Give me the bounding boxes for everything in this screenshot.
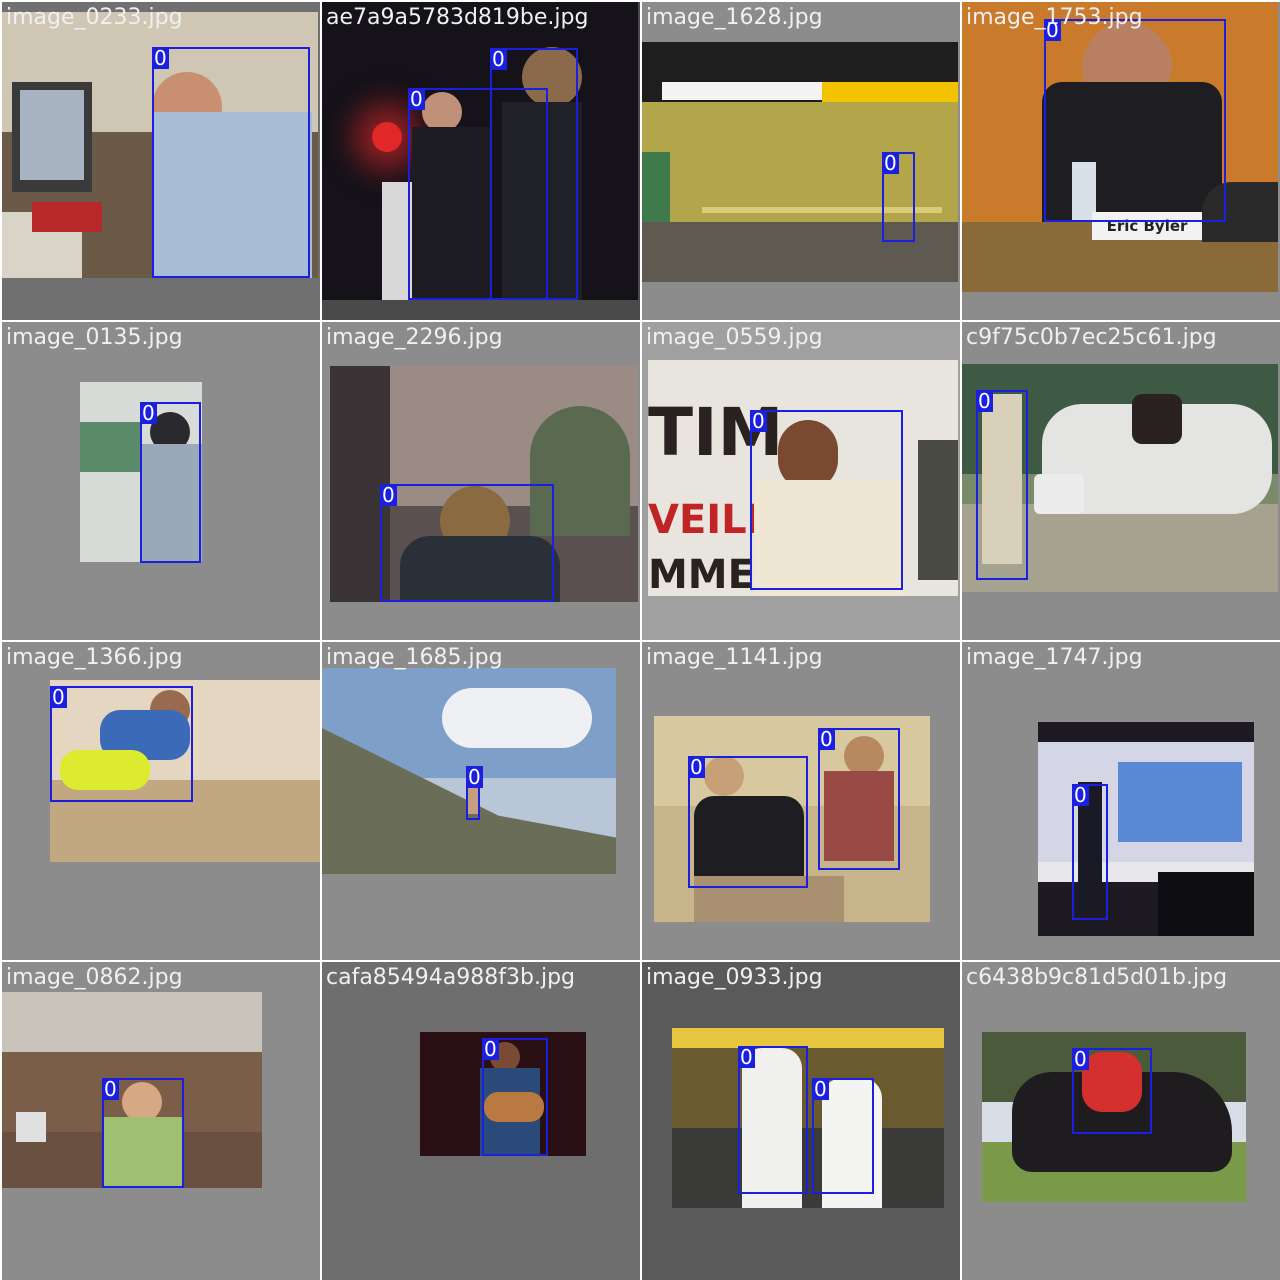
mosaic-tile: image_1747.jpg 0 [962,642,1280,960]
class-label: 0 [1072,783,1089,807]
mosaic-tile: image_1366.jpg 0 [2,642,320,960]
bounding-box: 0 [750,410,903,590]
mosaic-tile: ae7a9a5783d819be.jpg 0 0 [322,2,640,320]
class-label: 0 [152,46,169,70]
bounding-box: 0 [380,484,554,602]
filename-label: image_1753.jpg [966,5,1143,30]
filename-label: image_0233.jpg [6,5,183,30]
bounding-box: 0 [688,756,808,888]
bounding-box: 0 [1072,784,1108,920]
bounding-box: 0 [50,686,193,802]
class-label: 0 [466,765,483,789]
filename-label: image_1366.jpg [6,645,183,670]
bounding-box: 0 [976,390,1028,580]
mosaic-tile: image_0862.jpg 0 [2,962,320,1280]
filename-label: cafa85494a988f3b.jpg [326,965,576,990]
bounding-box: 0 [738,1046,808,1194]
filename-label: image_1747.jpg [966,645,1143,670]
class-label: 0 [408,87,425,111]
class-label: 0 [976,389,993,413]
class-label: 0 [818,727,835,751]
filename-label: image_0135.jpg [6,325,183,350]
mosaic-tile: image_0933.jpg 0 0 [642,962,960,1280]
filename-label: c9f75c0b7ec25c61.jpg [966,325,1217,350]
mosaic-tile: image_1685.jpg 0 [322,642,640,960]
mosaic-tile: c6438b9c81d5d01b.jpg 0 [962,962,1280,1280]
bounding-box: 0 [466,765,483,820]
filename-label: ae7a9a5783d819be.jpg [326,5,589,30]
filename-label: image_0933.jpg [646,965,823,990]
bounding-box: 0 [102,1078,184,1188]
bounding-box: 0 [482,1038,548,1156]
mosaic-tile: image_0233.jpg 0 [2,2,320,320]
class-label: 0 [738,1045,755,1069]
mosaic-tile: image_0135.jpg 0 [2,322,320,640]
filename-label: image_1141.jpg [646,645,823,670]
photo [672,1028,944,1208]
filename-label: image_1628.jpg [646,5,823,30]
class-label: 0 [490,47,507,71]
bounding-box: 0 [1072,1048,1152,1134]
mosaic-tile: TIM VEILL MME ( image_0559.jpg 0 [642,322,960,640]
mosaic-tile: Eric Byler image_1753.jpg 0 [962,2,1280,320]
class-label: 0 [140,401,157,425]
mosaic-tile: image_1628.jpg 0 [642,2,960,320]
mosaic-tile: image_1141.jpg 0 0 [642,642,960,960]
filename-label: image_1685.jpg [326,645,503,670]
class-label: 0 [50,685,67,709]
filename-label: image_2296.jpg [326,325,503,350]
filename-label: image_0559.jpg [646,325,823,350]
filename-label: c6438b9c81d5d01b.jpg [966,965,1228,990]
mosaic-tile: c9f75c0b7ec25c61.jpg 0 [962,322,1280,640]
class-label: 0 [750,409,767,433]
class-label: 0 [102,1077,119,1101]
class-label: 0 [380,483,397,507]
mosaic-tile: cafa85494a988f3b.jpg 0 [322,962,640,1280]
mosaic-tile: image_2296.jpg 0 [322,322,640,640]
bounding-box: 0 [1044,19,1226,222]
bounding-box: 0 [882,152,915,242]
bounding-box: 0 [408,88,548,300]
bounding-box: 0 [140,402,201,563]
class-label: 0 [482,1037,499,1061]
class-label: 0 [882,151,899,175]
class-label: 0 [1072,1047,1089,1071]
filename-label: image_0862.jpg [6,965,183,990]
photo [1038,722,1254,936]
bounding-box: 0 [152,47,310,278]
bounding-box: 0 [818,728,900,870]
bounding-box: 0 [812,1078,874,1194]
class-label: 0 [688,755,705,779]
class-label: 0 [812,1077,829,1101]
